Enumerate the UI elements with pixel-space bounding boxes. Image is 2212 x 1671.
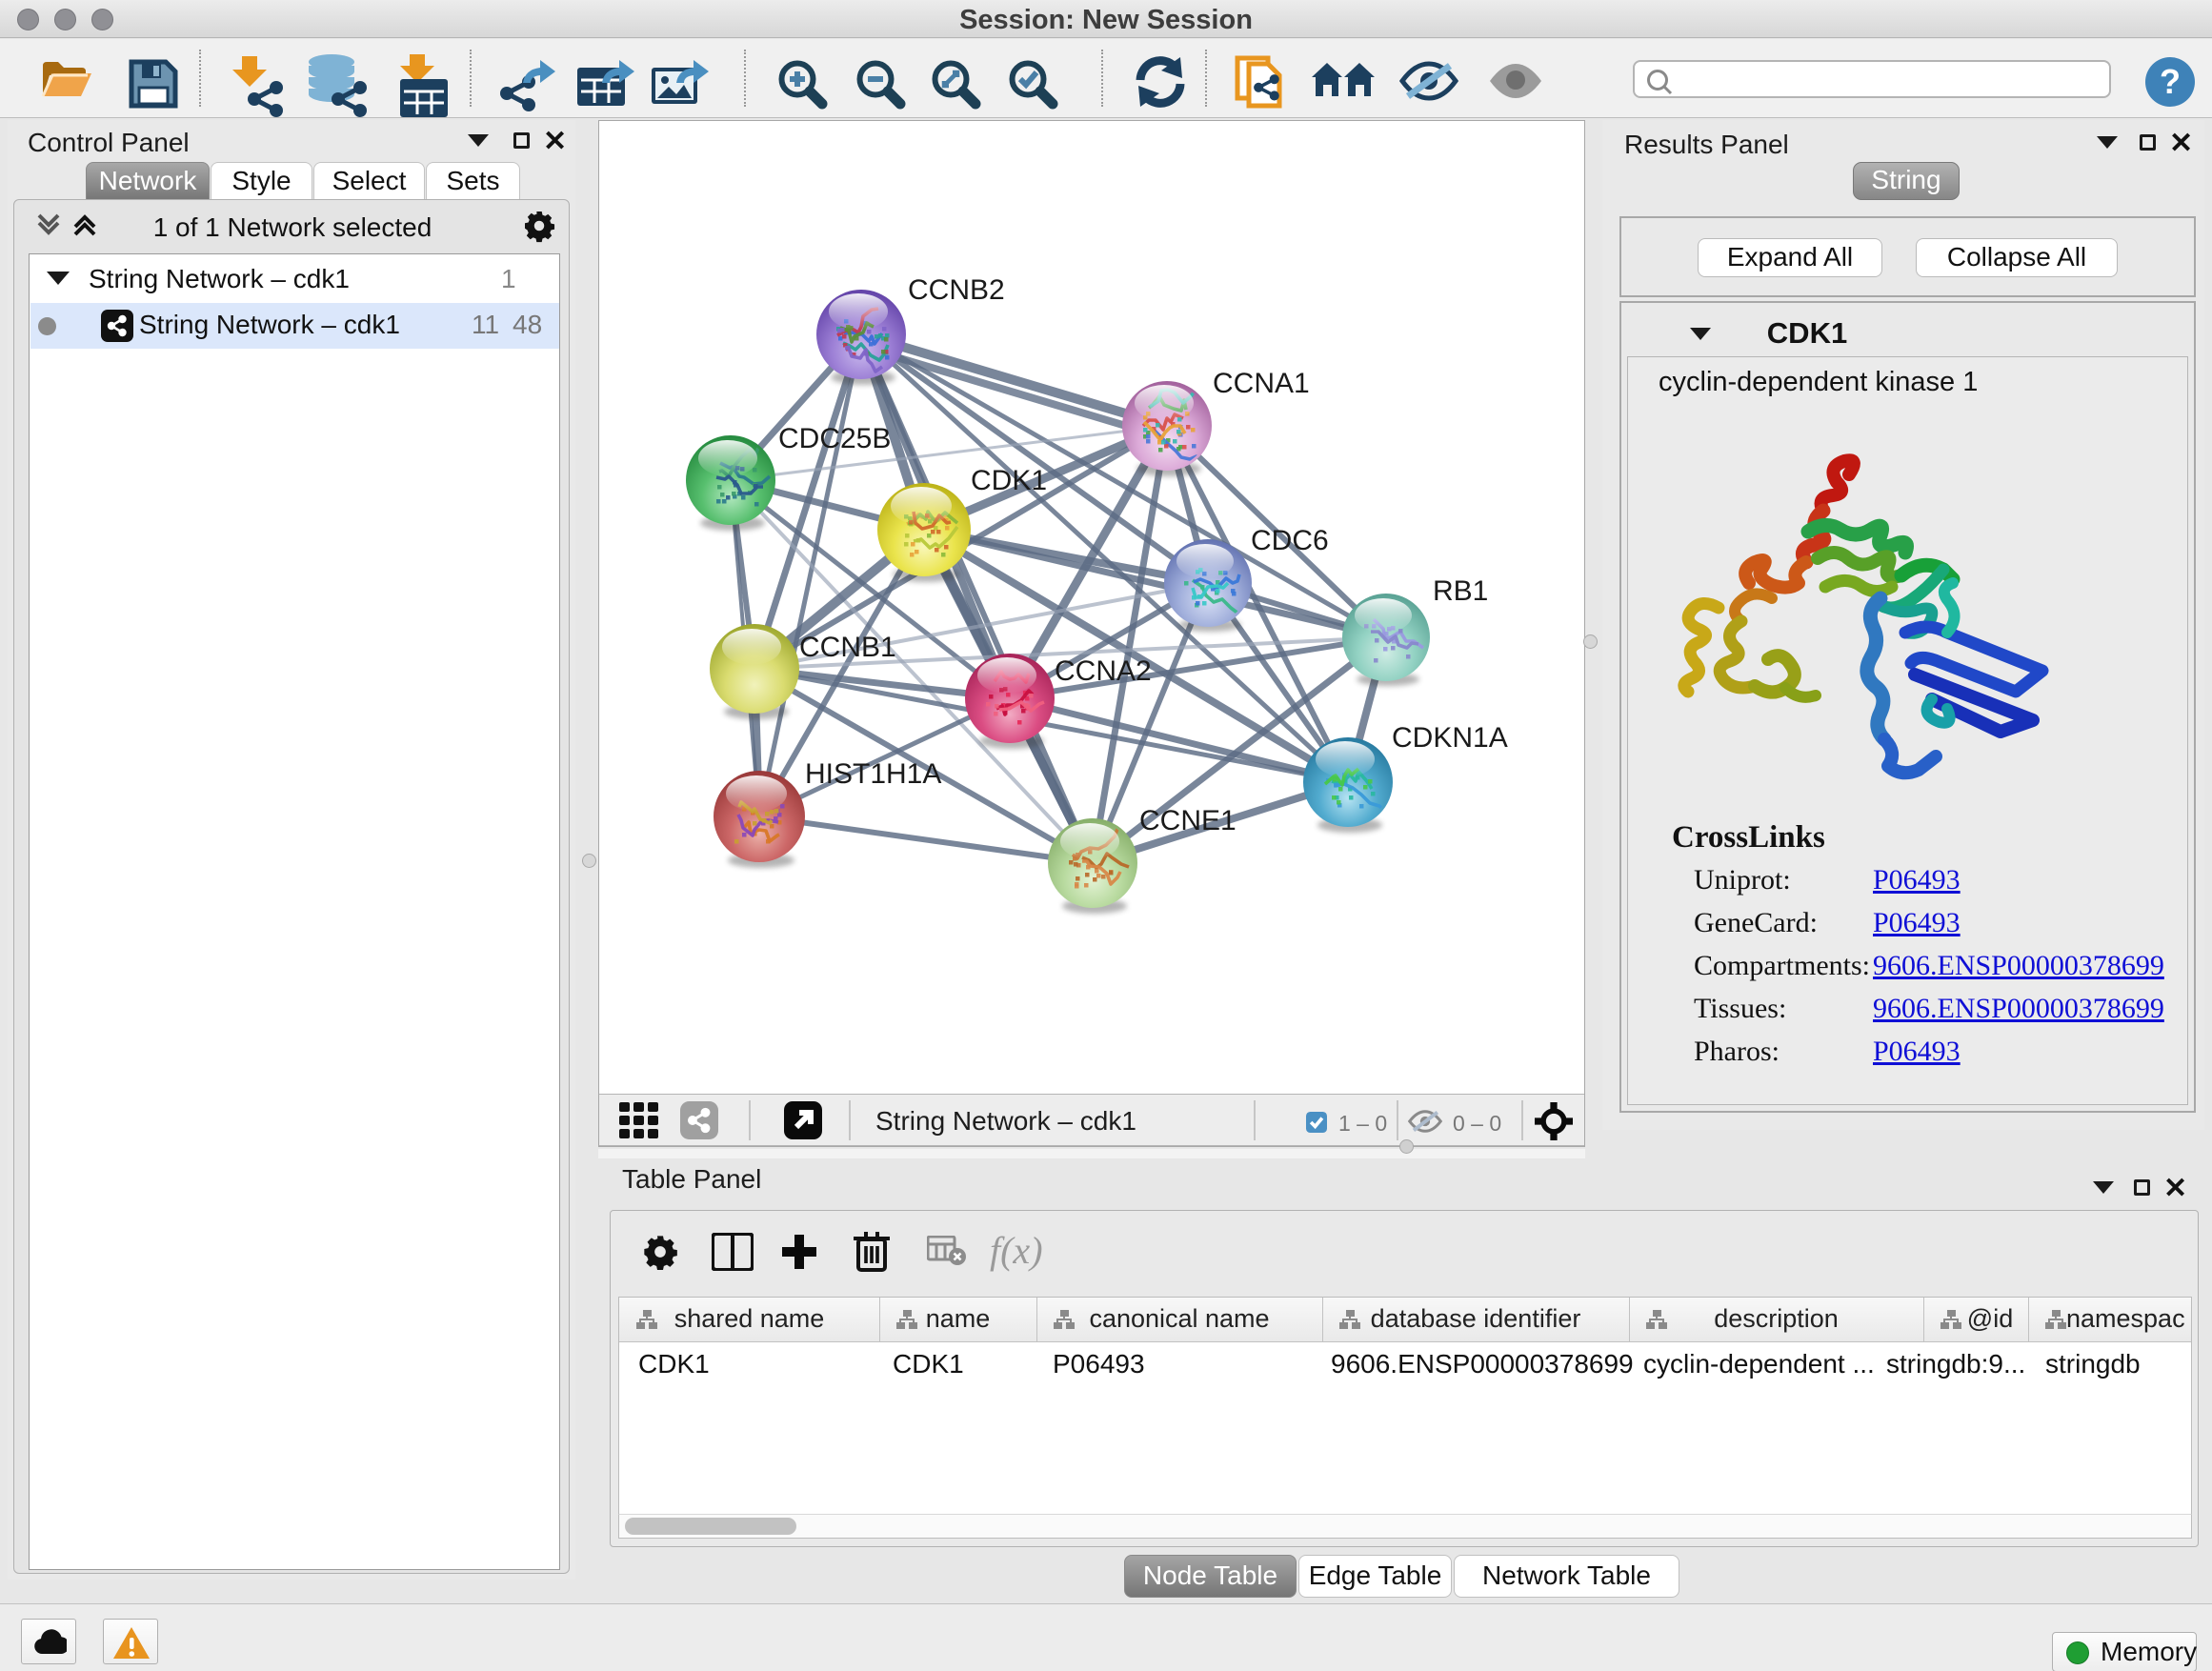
svg-text:?: ? [2160, 62, 2181, 101]
svg-text:CCNB2: CCNB2 [908, 274, 1005, 306]
svg-text:CCNE1: CCNE1 [1139, 805, 1237, 836]
svg-text:HIST1H1A: HIST1H1A [805, 758, 941, 790]
svg-text:CDC25B: CDC25B [778, 423, 891, 454]
svg-text:CCNA2: CCNA2 [1055, 655, 1152, 687]
svg-text:CDC6: CDC6 [1251, 525, 1329, 556]
svg-text:CDKN1A: CDKN1A [1392, 722, 1508, 754]
svg-text:CCNB1: CCNB1 [799, 632, 896, 663]
svg-text:RB1: RB1 [1433, 575, 1488, 607]
svg-text:CDK1: CDK1 [971, 465, 1047, 496]
svg-text:CCNA1: CCNA1 [1213, 368, 1310, 399]
